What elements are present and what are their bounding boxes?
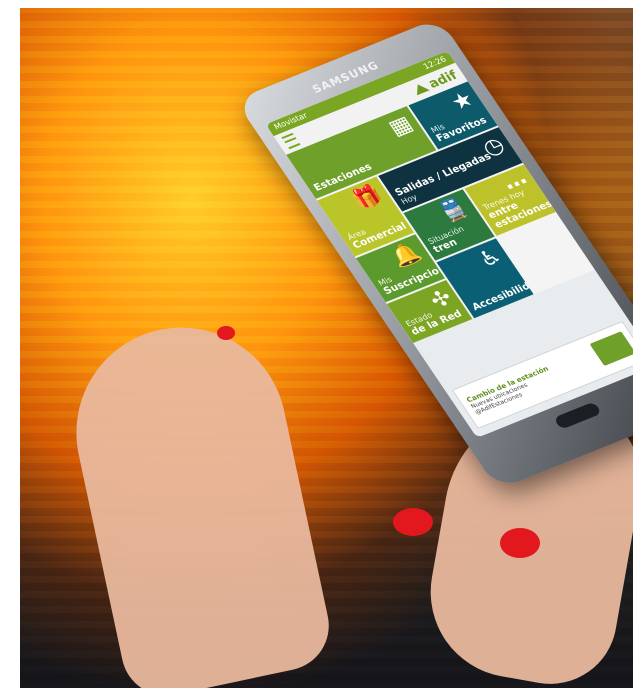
gift-icon: 🎁 [347, 182, 388, 214]
left-hand [56, 308, 338, 688]
home-button[interactable] [553, 401, 603, 430]
background-photo: SAMSUNG Movistar 12:26 adif ▦ Estaciones [20, 8, 633, 688]
hamburger-menu-icon[interactable] [281, 132, 301, 150]
station-building-icon: ▦ [384, 111, 418, 141]
smartphone: SAMSUNG Movistar 12:26 adif ▦ Estaciones [235, 17, 633, 490]
tile-accesibilidad-label: Accesibilidad [470, 275, 534, 314]
promo-banner[interactable]: Cambio de la estación Nuevas ubicaciones… [451, 320, 633, 429]
phone-screen: Movistar 12:26 adif ▦ Estaciones ★ Mis F… [265, 50, 633, 438]
nail-left-2 [217, 326, 235, 340]
nail-left-1 [393, 508, 433, 536]
nail-right-1 [500, 528, 540, 558]
adif-logo-mark [411, 82, 430, 96]
wheelchair-icon: ♿ [474, 243, 507, 273]
